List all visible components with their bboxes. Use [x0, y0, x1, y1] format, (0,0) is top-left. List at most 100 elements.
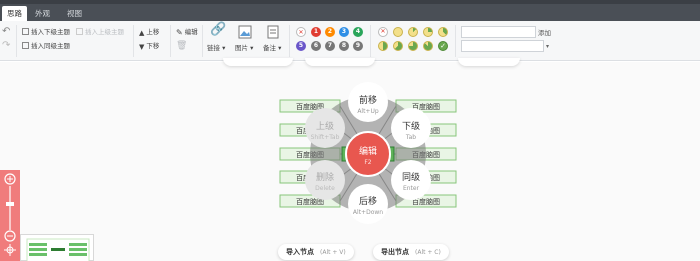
divider [289, 25, 290, 57]
tag-select[interactable] [461, 40, 544, 52]
action-delete[interactable]: 删除 Delete [305, 160, 345, 200]
chevron-down-icon[interactable]: ▾ [546, 42, 549, 52]
undo-icon[interactable]: ↶ [2, 27, 10, 37]
action-sibling[interactable]: 同级 Enter [391, 160, 431, 200]
insert-child-label: 插入下级主题 [31, 28, 70, 36]
priority-9[interactable]: 9 [353, 41, 363, 51]
priority-7[interactable]: 7 [325, 41, 335, 51]
move-up-label: 上移 [146, 28, 160, 36]
divider [370, 25, 371, 57]
divider [170, 25, 171, 57]
progress-3-icon[interactable] [438, 27, 448, 37]
progress-2-icon[interactable] [423, 27, 433, 37]
link-icon: 🔗 [210, 22, 227, 37]
priority-5[interactable]: 5 [296, 41, 306, 51]
add-tag-button[interactable]: 添加 [538, 27, 551, 37]
edit-label: 编辑 [359, 145, 377, 157]
move-down-label: 下移 [146, 42, 160, 50]
pencil-icon: ✎ [176, 28, 183, 37]
divider [202, 25, 203, 57]
move-down-button[interactable]: ▼ 下移 [139, 41, 159, 51]
priority-3[interactable]: 3 [339, 27, 349, 37]
edit-button[interactable]: ✎ 编辑 [176, 27, 198, 37]
action-move-down[interactable]: 后移 Alt+Down [348, 184, 388, 224]
progress-6-icon[interactable] [408, 41, 418, 51]
action-shortcut: Delete [315, 185, 335, 192]
import-node-button[interactable]: 导入节点 (Alt + V) [278, 244, 354, 260]
insert-sibling-button[interactable]: 插入同级主题 [22, 41, 70, 51]
action-label: 同级 [402, 171, 420, 183]
redo-icon[interactable]: ↷ [2, 41, 10, 51]
insert-parent-icon [76, 28, 83, 35]
action-edit[interactable]: 编辑 F2 [345, 131, 391, 177]
import-shortcut: (Alt + V) [320, 249, 346, 256]
insert-parent-button[interactable]: 插入上级主题 [76, 27, 124, 37]
note-label: 备注 [263, 44, 276, 52]
progress-remove-icon[interactable]: ✕ [378, 27, 388, 37]
action-shortcut: Enter [403, 185, 420, 192]
zoom-in-icon[interactable] [4, 173, 16, 185]
action-shortcut: Shift+Tab [311, 134, 340, 141]
priority-remove-icon[interactable]: ✕ [296, 27, 306, 37]
action-shortcut: Alt+Down [353, 209, 383, 216]
tab-view[interactable]: 视图 [62, 6, 87, 21]
progress-0-icon[interactable] [393, 27, 403, 37]
divider [16, 25, 17, 57]
image-button[interactable]: 图片 ▾ [235, 43, 253, 53]
edit-label: 编辑 [184, 28, 198, 36]
image-icon [238, 25, 252, 42]
action-label: 前移 [359, 94, 377, 106]
action-child[interactable]: 下级 Tab [391, 108, 431, 148]
radial-menu-svg: 百度脑图 百度脑图 百度脑图 百度脑图 百度脑图 百度脑图 百度脑图 百度脑图 … [279, 82, 457, 224]
divider [455, 25, 456, 57]
insert-sibling-label: 插入同级主题 [31, 42, 70, 50]
arrow-up-icon: ▲ [139, 29, 145, 37]
zoom-handle[interactable] [6, 202, 14, 206]
minimap[interactable] [20, 234, 94, 261]
insert-child-button[interactable]: 插入下级主题 [22, 27, 70, 37]
progress-5-icon[interactable] [393, 41, 403, 51]
priority-8[interactable]: 8 [339, 41, 349, 51]
action-move-up[interactable]: 前移 Alt+Up [348, 82, 388, 122]
delete-icon[interactable]: 🗑 [176, 41, 187, 51]
action-label: 后移 [359, 195, 377, 207]
link-button[interactable]: 链接 ▾ [207, 43, 225, 53]
tag-input[interactable] [461, 26, 536, 38]
divider [133, 25, 134, 57]
zoom-panel [0, 170, 20, 261]
progress-7-icon[interactable] [423, 41, 433, 51]
move-up-button[interactable]: ▲ 上移 [139, 27, 159, 37]
action-shortcut: Tab [405, 134, 416, 141]
app: 思路 外观 视图 ↶ ↷ 插入下级主题 插入上级主题 插入同级主题 ▲ 上移 ▼ 下… [0, 0, 700, 261]
note-icon [267, 25, 279, 42]
export-label: 导出节点 [381, 248, 409, 256]
tab-bar: 思路 外观 视图 [0, 4, 700, 21]
tab-appearance[interactable]: 外观 [30, 6, 55, 21]
priority-1[interactable]: 1 [311, 27, 321, 37]
move-icon[interactable] [4, 244, 16, 256]
progress-done-icon[interactable]: ✓ [438, 41, 448, 51]
priority-6[interactable]: 6 [311, 41, 321, 51]
note-button[interactable]: 备注 ▾ [263, 43, 281, 53]
progress-1-icon[interactable] [408, 27, 418, 37]
action-parent[interactable]: 上级 Shift+Tab [305, 108, 345, 148]
arrow-down-icon: ▼ [139, 43, 145, 51]
image-label: 图片 [235, 44, 248, 52]
zoom-out-icon[interactable] [4, 230, 16, 242]
action-label: 上级 [316, 120, 334, 132]
insert-child-icon [22, 28, 29, 35]
priority-2[interactable]: 2 [325, 27, 335, 37]
export-node-button[interactable]: 导出节点 (Alt + C) [373, 244, 449, 260]
action-shortcut: Alt+Up [357, 108, 379, 115]
link-label: 链接 [207, 44, 220, 52]
tab-idea[interactable]: 思路 [2, 6, 27, 21]
insert-parent-label: 插入上级主题 [85, 28, 124, 36]
export-shortcut: (Alt + C) [415, 249, 441, 256]
mind-map-canvas[interactable]: 百度脑图 百度脑图 百度脑图 百度脑图 百度脑图 百度脑图 百度脑图 百度脑图 … [0, 58, 700, 261]
progress-4-icon[interactable] [378, 41, 388, 51]
priority-4[interactable]: 4 [353, 27, 363, 37]
action-label: 下级 [402, 120, 420, 132]
toolbar: ↶ ↷ 插入下级主题 插入上级主题 插入同级主题 ▲ 上移 ▼ 下移 ✎ 编辑 🗑 🔗… [0, 21, 700, 61]
import-label: 导入节点 [286, 248, 314, 256]
action-label: 删除 [316, 171, 334, 183]
